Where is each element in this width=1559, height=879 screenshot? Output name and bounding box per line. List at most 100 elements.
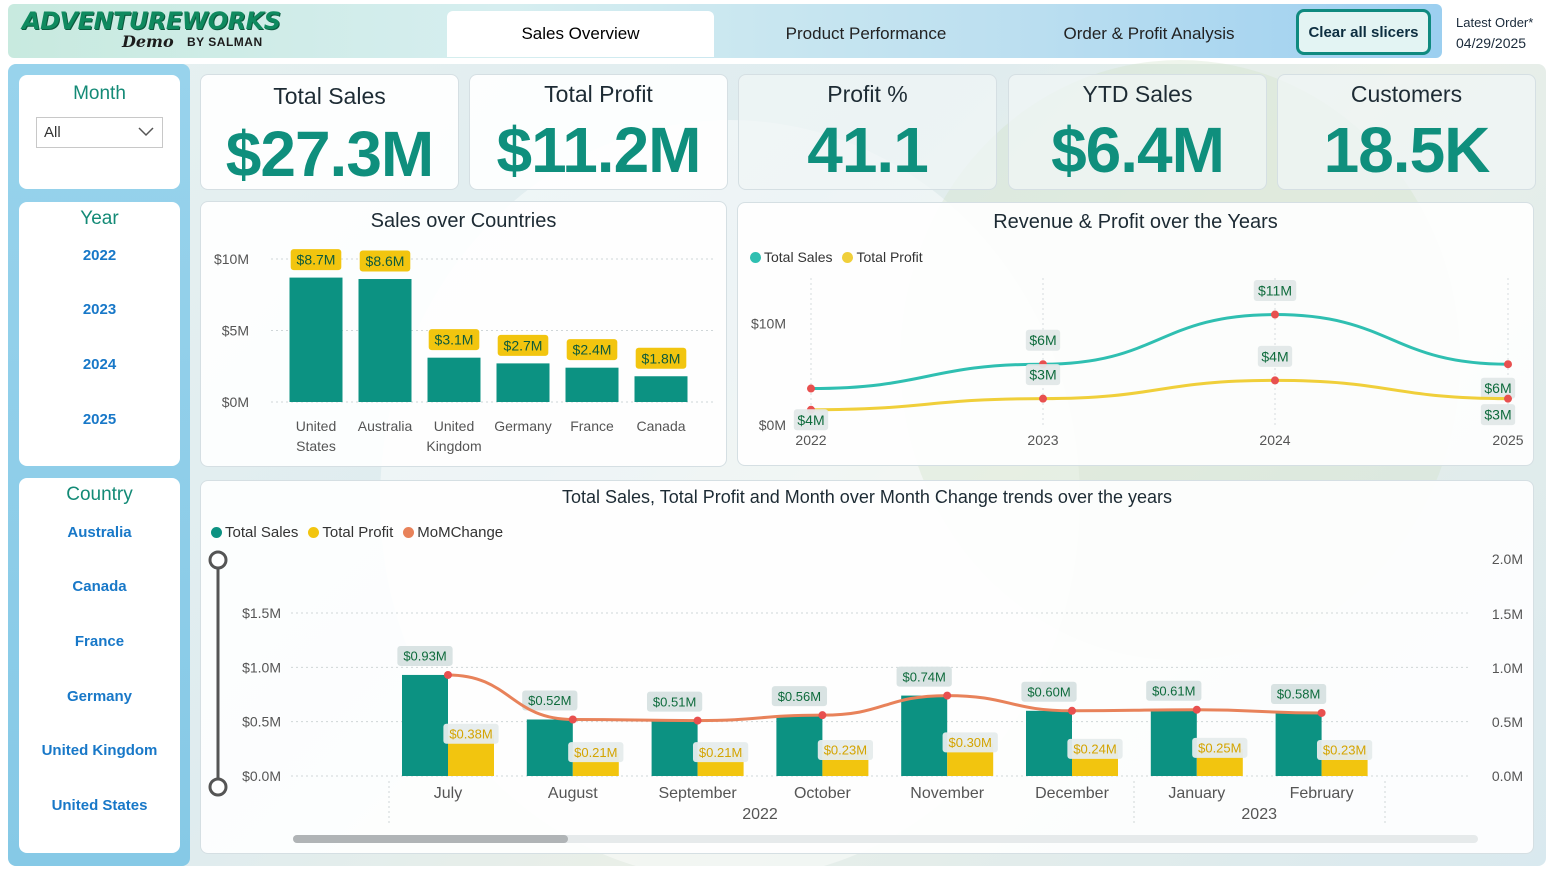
data-label: $6M — [1484, 380, 1511, 396]
sales-bar[interactable] — [901, 695, 948, 776]
kpi-profit-percent: Profit % 41.1 — [738, 74, 997, 190]
y2-tick-label: 1.0M — [1492, 660, 1523, 676]
data-label: $0.21M — [699, 745, 742, 760]
country-item-united-kingdom[interactable]: United Kingdom — [19, 742, 180, 759]
kpi-value: $11.2M — [496, 114, 702, 186]
momchange-point[interactable] — [444, 670, 452, 679]
sales-by-country-chart: Sales over Countries $10M $5M $0M $8.7M Unit… — [200, 201, 727, 467]
x-tick-label: Germany — [494, 418, 552, 434]
y2-tick-label: 0.0M — [1492, 768, 1523, 784]
kpi-value: $27.3M — [225, 118, 434, 190]
latest-order-label: Latest Order* — [1456, 15, 1534, 30]
data-label: $0.30M — [949, 735, 992, 750]
data-point[interactable] — [1039, 394, 1047, 403]
x-tick-label: France — [570, 418, 614, 434]
data-point[interactable] — [1271, 310, 1279, 319]
kpi-total-profit: Total Profit $11.2M — [469, 74, 728, 190]
x-tick-label: November — [910, 785, 984, 802]
bar[interactable] — [427, 357, 481, 402]
momchange-point[interactable] — [818, 711, 827, 720]
sales-bar[interactable] — [1275, 712, 1322, 776]
country-item-united-states[interactable]: United States — [19, 797, 180, 814]
sales-bar[interactable] — [1150, 709, 1197, 776]
sales-bar[interactable] — [526, 719, 573, 776]
data-label: $0.60M — [1027, 684, 1070, 699]
y-tick-label: $10M — [751, 316, 786, 332]
data-label: $0.23M — [1323, 743, 1366, 758]
momchange-point[interactable] — [568, 715, 577, 724]
year-item-2024[interactable]: 2024 — [19, 356, 180, 373]
scrollbar-thumb[interactable] — [293, 835, 568, 843]
data-point[interactable] — [1504, 360, 1512, 369]
sales-bar[interactable] — [402, 674, 448, 776]
tab-order-profit-analysis[interactable]: Order & Profit Analysis — [1020, 11, 1278, 57]
bar[interactable] — [358, 279, 412, 402]
x-tick-label: January — [1168, 785, 1225, 802]
x-tick-label: Kingdom — [426, 438, 481, 454]
country-slicer-title: Country — [66, 484, 133, 505]
data-point[interactable] — [807, 384, 815, 393]
momchange-point[interactable] — [1192, 705, 1201, 714]
year-item-2025[interactable]: 2025 — [19, 411, 180, 428]
y-tick-label: $5M — [222, 323, 249, 339]
monthly-trends-plot: $1.5M $1.0M $0.5M $0.0M 2.0M 1.5M 1.0M 0.5M 0.0M… — [208, 550, 1523, 843]
x-tick-label: 2022 — [795, 432, 826, 448]
zoom-slider-handle[interactable] — [208, 777, 228, 797]
data-label: $0.21M — [574, 745, 617, 760]
kpi-ytd-sales: YTD Sales $6.4M — [1008, 74, 1267, 190]
momchange-point[interactable] — [1317, 708, 1326, 717]
x-tick-label: September — [658, 785, 737, 802]
x-tick-label: Australia — [358, 418, 413, 434]
x-tick-label: July — [434, 785, 462, 802]
momchange-point[interactable] — [693, 716, 702, 725]
momchange-point[interactable] — [943, 691, 952, 700]
data-point[interactable] — [1271, 376, 1279, 385]
data-label: $0.52M — [528, 693, 571, 708]
data-label: $3M — [1029, 367, 1056, 383]
data-label: $3M — [1484, 407, 1511, 423]
month-dropdown[interactable]: All — [36, 117, 163, 148]
bar[interactable] — [634, 376, 688, 402]
bar[interactable] — [289, 277, 343, 402]
x-tick-label: Canada — [636, 418, 685, 434]
logo-subtitle: Demo — [122, 32, 174, 51]
x-tick-label: December — [1035, 785, 1109, 802]
x-tick-label: United — [434, 418, 474, 434]
tab-product-performance[interactable]: Product Performance — [730, 11, 1002, 57]
bar[interactable] — [496, 363, 550, 402]
bar[interactable] — [565, 367, 619, 402]
data-label: $0.93M — [403, 649, 446, 664]
data-point[interactable] — [1504, 394, 1512, 403]
country-item-france[interactable]: France — [19, 633, 180, 650]
country-item-australia[interactable]: Australia — [19, 524, 180, 541]
y-tick-label: $0M — [759, 417, 786, 433]
data-label: $6M — [1029, 332, 1056, 348]
sales-bar[interactable] — [1026, 710, 1072, 776]
x-tick-label: United — [296, 418, 336, 434]
year-slicer: Year 2022 2023 2024 2025 — [19, 202, 180, 466]
x-group-label: 2023 — [1241, 806, 1277, 823]
kpi-value: $6.4M — [1051, 114, 1225, 186]
year-item-2023[interactable]: 2023 — [19, 301, 180, 318]
data-label: $0.74M — [903, 669, 946, 684]
country-item-germany[interactable]: Germany — [19, 688, 180, 705]
x-tick-label: 2023 — [1027, 432, 1058, 448]
sales-bar[interactable] — [776, 715, 823, 776]
year-slicer-title: Year — [80, 208, 119, 229]
momchange-point[interactable] — [1068, 706, 1076, 715]
kpi-total-sales: Total Sales $27.3M — [200, 74, 459, 190]
data-label: $0.51M — [653, 694, 696, 709]
x-tick-label: 2025 — [1492, 432, 1523, 448]
year-item-2022[interactable]: 2022 — [19, 247, 180, 264]
logo: ADVENTUREWORKS Demo BY SALMAN — [22, 8, 282, 54]
x-tick-label: February — [1290, 785, 1354, 802]
kpi-title: Customers — [1350, 81, 1463, 107]
y-tick-label: $10M — [214, 251, 249, 267]
country-item-canada[interactable]: Canada — [19, 578, 180, 595]
sales-bar[interactable] — [651, 720, 698, 776]
data-label: $2.4M — [573, 342, 612, 358]
zoom-slider-handle[interactable] — [208, 550, 228, 570]
y-tick-label: $1.5M — [242, 605, 281, 621]
tab-sales-overview[interactable]: Sales Overview — [447, 11, 714, 57]
clear-slicers-button[interactable]: Clear all slicers — [1296, 9, 1431, 55]
